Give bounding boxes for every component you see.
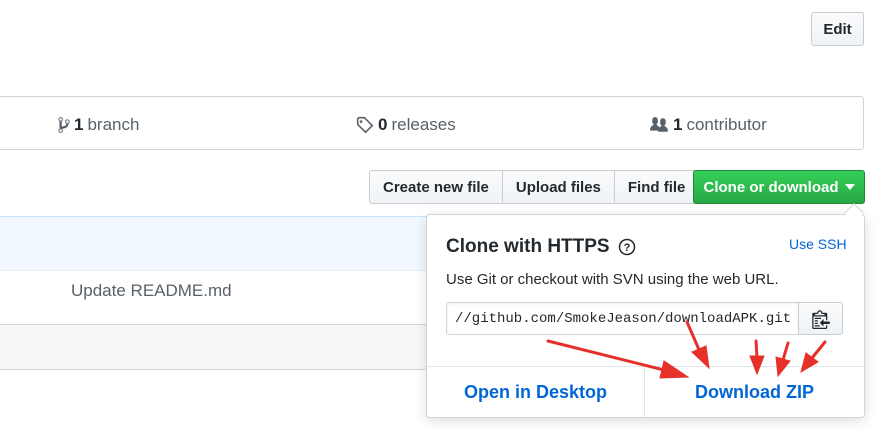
find-file-button[interactable]: Find file xyxy=(613,170,700,204)
clone-url-input[interactable]: //github.com/SmokeJeason/downloadAPK.git xyxy=(446,302,799,335)
releases-label: releases xyxy=(391,115,456,134)
commit-message-link[interactable]: Update README.md xyxy=(71,281,232,301)
open-in-desktop-button[interactable]: Open in Desktop xyxy=(427,367,644,417)
edit-button[interactable]: Edit xyxy=(811,12,864,46)
clone-or-download-label: Clone or download xyxy=(703,178,839,196)
clone-or-download-button[interactable]: Clone or download xyxy=(693,170,865,204)
svg-text:?: ? xyxy=(623,242,630,254)
tag-icon xyxy=(356,116,374,134)
branches-label: branch xyxy=(87,115,140,134)
upload-files-button[interactable]: Upload files xyxy=(501,170,615,204)
latest-commit-bar xyxy=(0,216,436,271)
releases-link[interactable]: 0 releases xyxy=(356,99,456,151)
contributors-label: contributor xyxy=(686,115,767,134)
releases-count: 0 xyxy=(378,115,388,134)
clone-title: Clone with HTTPS ? xyxy=(446,236,636,258)
question-icon[interactable]: ? xyxy=(618,238,636,256)
people-icon xyxy=(650,117,668,132)
clipboard-icon xyxy=(811,309,830,329)
create-new-file-button[interactable]: Create new file xyxy=(369,170,503,204)
use-ssh-link[interactable]: Use SSH xyxy=(789,236,847,252)
branch-icon xyxy=(58,117,70,133)
contributors-count: 1 xyxy=(673,115,683,134)
download-zip-button[interactable]: Download ZIP xyxy=(645,367,864,417)
readme-header xyxy=(0,324,436,370)
copy-url-button[interactable] xyxy=(798,302,843,335)
file-actions-group: Create new file Upload files Find file xyxy=(369,170,700,204)
branches-link[interactable]: 1 branch xyxy=(58,99,139,151)
contributors-link[interactable]: 1 contributor xyxy=(649,99,767,151)
caret-down-icon xyxy=(844,184,855,190)
clone-description: Use Git or checkout with SVN using the w… xyxy=(446,271,779,288)
clone-title-text: Clone with HTTPS xyxy=(446,236,610,257)
branches-count: 1 xyxy=(74,115,84,134)
